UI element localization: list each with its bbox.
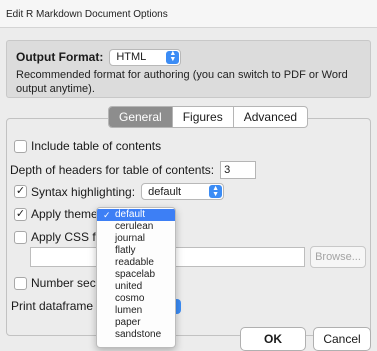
print-df-label: Print dataframe xyxy=(11,299,94,313)
css-row: Apply CSS fi xyxy=(14,230,98,244)
number-sections-label: Number sec xyxy=(31,276,96,290)
theme-option-lumen[interactable]: lumen xyxy=(97,305,175,317)
depth-label: Depth of headers for table of contents: xyxy=(10,163,215,177)
theme-dropdown-menu[interactable]: ✓ default cerulean journal flatly readab… xyxy=(96,207,176,348)
tab-figures[interactable]: Figures xyxy=(173,107,234,127)
tab-general[interactable]: General xyxy=(109,107,173,127)
syntax-row: ✓ Syntax highlighting: default ▲ ▼ xyxy=(14,183,225,200)
syntax-label: Syntax highlighting: xyxy=(31,184,136,199)
tab-bar: General Figures Advanced xyxy=(108,106,309,128)
output-format-section: Output Format: HTML ▲ ▼ Recommended forma… xyxy=(6,40,371,98)
number-sections-row: Number sec xyxy=(14,276,96,290)
toc-checkbox[interactable] xyxy=(14,139,27,153)
window-title: Edit R Markdown Document Options xyxy=(0,0,377,28)
theme-checkbox[interactable]: ✓ xyxy=(14,207,27,221)
theme-option-default[interactable]: ✓ default xyxy=(97,209,175,221)
output-format-value: HTML xyxy=(116,51,147,63)
theme-label: Apply theme xyxy=(31,207,98,221)
ok-button[interactable]: OK xyxy=(240,327,306,351)
checkmark-icon: ✓ xyxy=(103,210,111,220)
output-format-select[interactable]: HTML ▲ ▼ xyxy=(109,48,182,66)
syntax-checkbox[interactable]: ✓ xyxy=(14,185,27,198)
theme-option-sandstone[interactable]: sandstone xyxy=(97,329,175,341)
toc-label: Include table of contents xyxy=(31,139,162,153)
cancel-button[interactable]: Cancel xyxy=(313,327,371,351)
tab-advanced[interactable]: Advanced xyxy=(234,107,307,127)
theme-row: ✓ Apply theme xyxy=(14,207,98,221)
theme-option-paper[interactable]: paper xyxy=(97,317,175,329)
print-df-row: Print dataframe xyxy=(11,299,93,313)
depth-input[interactable]: 3 xyxy=(220,161,257,179)
theme-option-cerulean[interactable]: cerulean xyxy=(97,221,175,233)
css-label: Apply CSS fi xyxy=(31,230,99,244)
css-checkbox[interactable] xyxy=(14,230,27,244)
browse-button[interactable]: Browse... xyxy=(310,246,366,268)
theme-option-journal[interactable]: journal xyxy=(97,233,175,245)
syntax-select[interactable]: default ▲ ▼ xyxy=(141,183,225,200)
depth-row: Depth of headers for table of contents: … xyxy=(10,161,257,179)
theme-option-flatly[interactable]: flatly xyxy=(97,245,175,257)
number-sections-checkbox[interactable] xyxy=(14,276,27,290)
select-arrows-icon: ▲ ▼ xyxy=(166,50,180,64)
theme-option-united[interactable]: united xyxy=(97,281,175,293)
syntax-value: default xyxy=(148,185,182,198)
theme-option-spacelab[interactable]: spacelab xyxy=(97,269,175,281)
theme-option-cosmo[interactable]: cosmo xyxy=(97,293,175,305)
select-arrows-icon: ▲ ▼ xyxy=(209,185,223,198)
output-format-label: Output Format: xyxy=(16,50,104,64)
output-format-description: Recommended format for authoring (you ca… xyxy=(16,69,348,95)
toc-row: Include table of contents xyxy=(14,139,161,153)
theme-option-readable[interactable]: readable xyxy=(97,257,175,269)
